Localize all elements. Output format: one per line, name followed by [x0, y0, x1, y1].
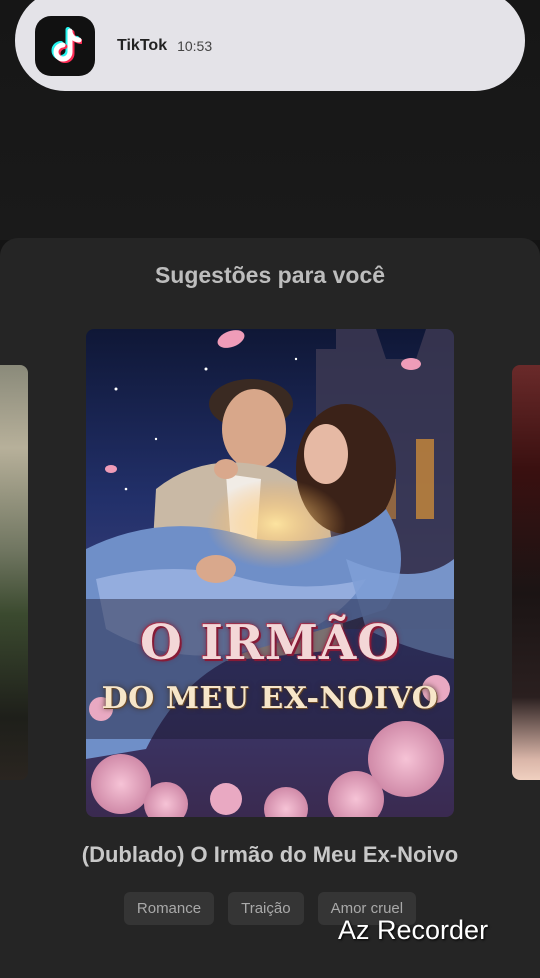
poster-artwork	[86, 329, 454, 817]
recorder-watermark: Az Recorder	[338, 915, 489, 945]
notification-time: 10:53	[177, 37, 213, 54]
next-drama-card[interactable]	[512, 365, 540, 780]
sheet-title: Sugestões para você	[154, 262, 386, 288]
poster-title-line1: O IRMÃO	[139, 615, 401, 671]
tag-traicao[interactable]: Traição	[228, 892, 304, 925]
tiktok-logo-icon	[35, 15, 95, 76]
previous-drama-card[interactable]	[0, 365, 28, 780]
tag-romance[interactable]: Romance	[123, 892, 215, 925]
drama-title[interactable]: (Dublado) O Irmão do Meu Ex-Noivo	[0, 842, 540, 868]
notification-app-name: TikTok	[117, 36, 168, 54]
drama-poster[interactable]: O IRMÃO DO MEU EX-NOIVO	[86, 329, 454, 817]
notification-banner[interactable]: TikTok 10:53	[15, 0, 525, 91]
poster-title-line2: DO MEU EX-NOIVO	[101, 681, 439, 716]
